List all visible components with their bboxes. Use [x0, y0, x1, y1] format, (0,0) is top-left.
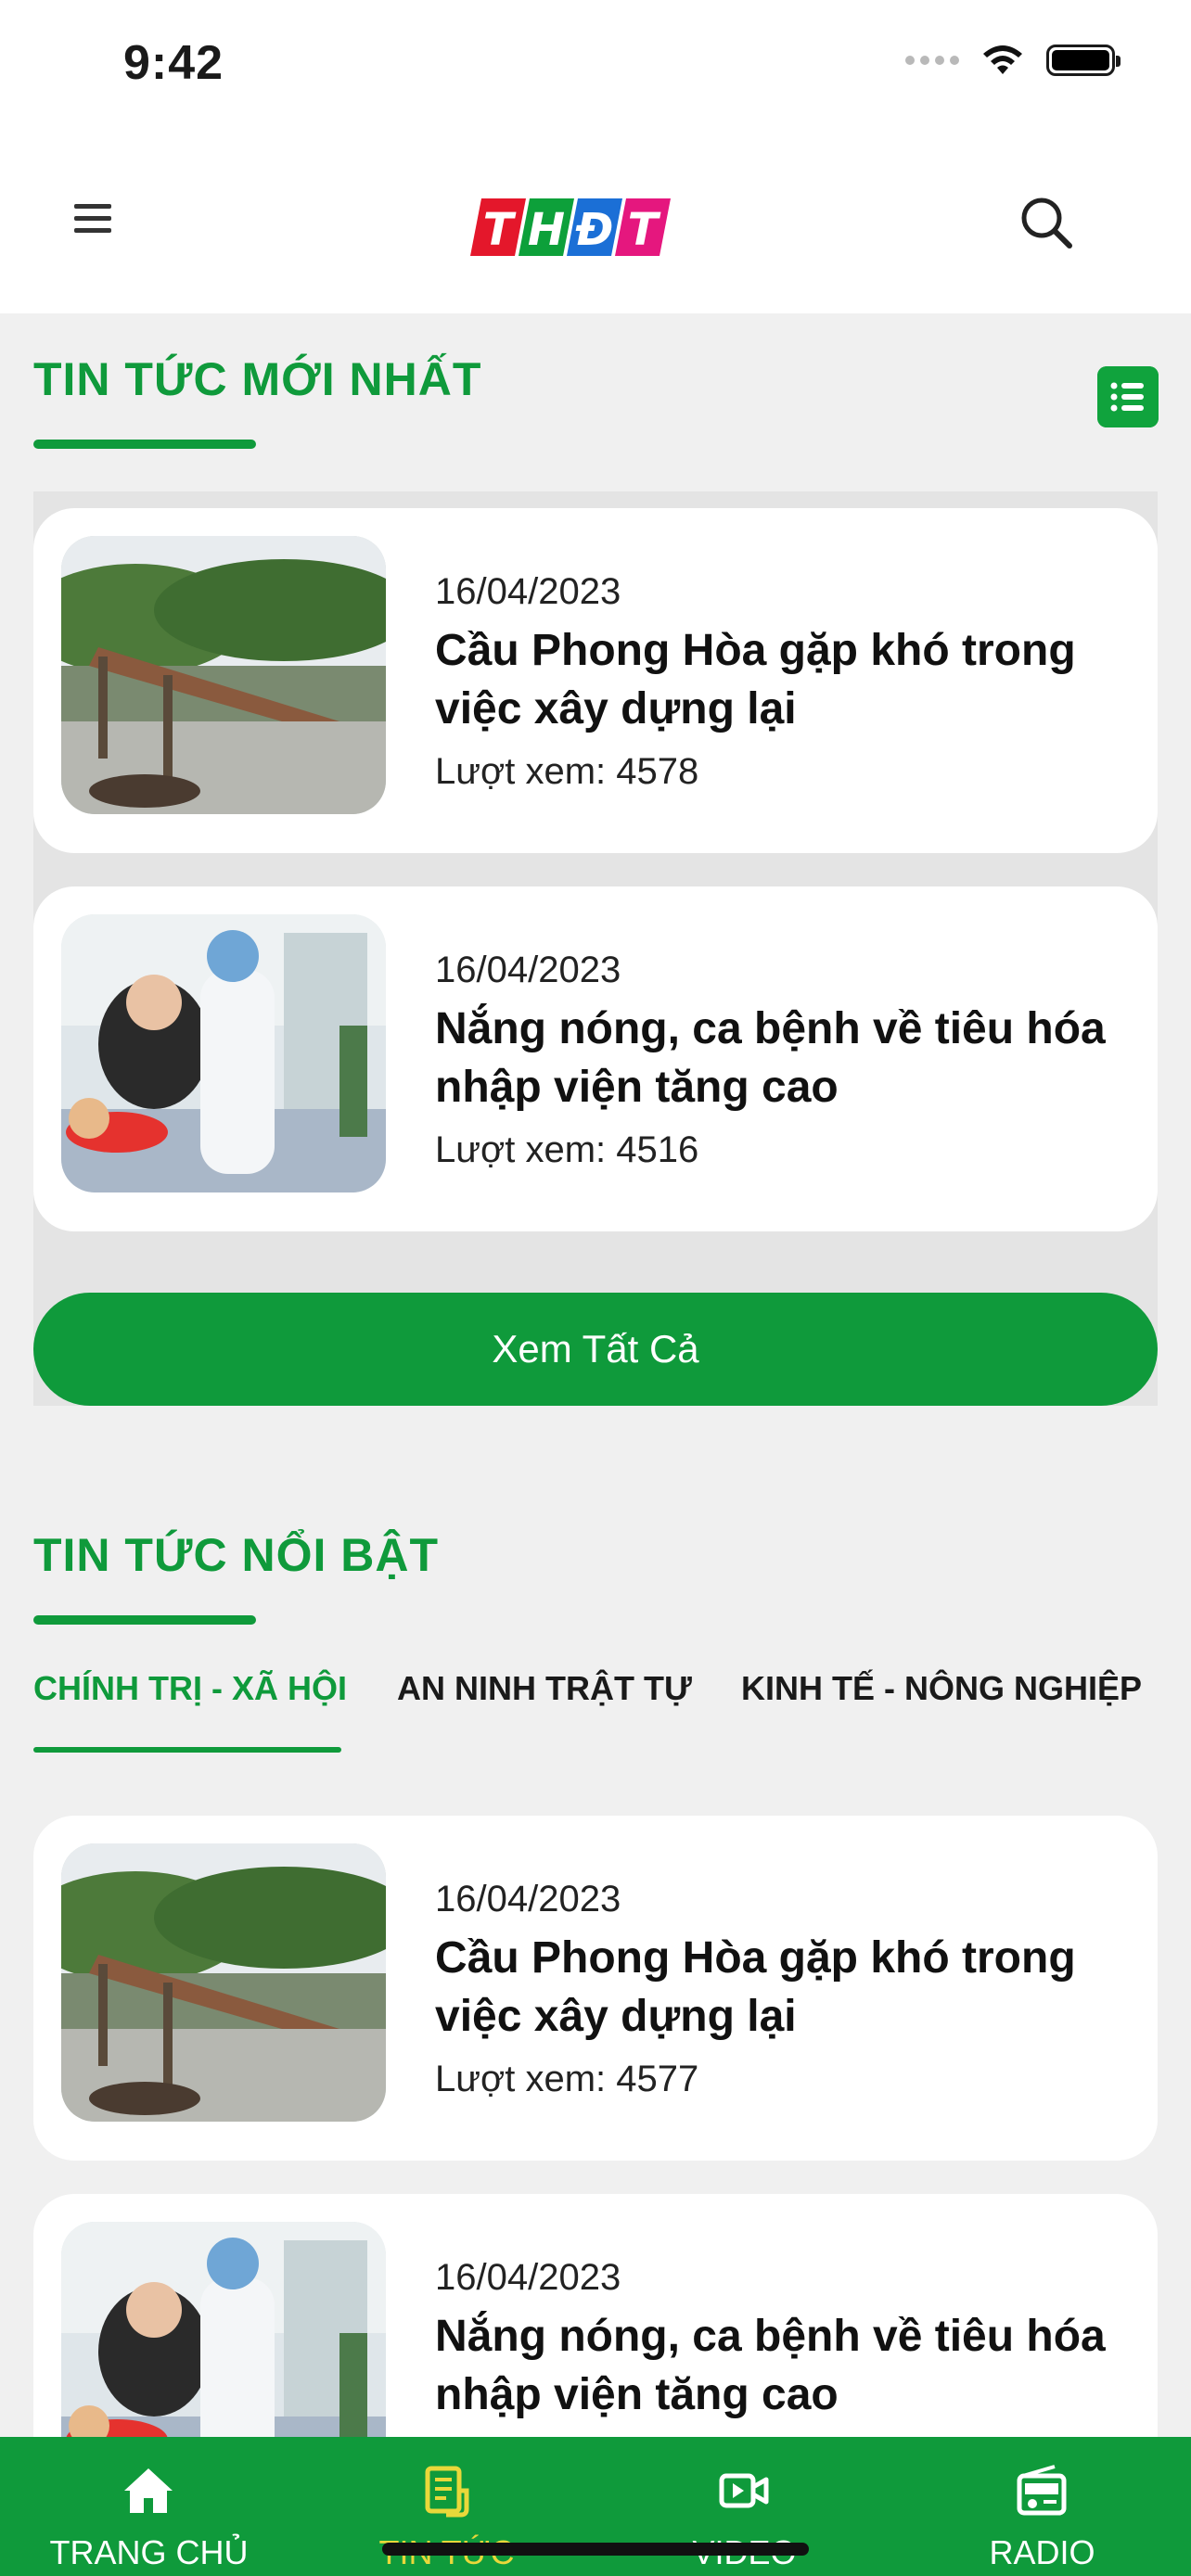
news-icon [425, 2466, 469, 2518]
app-logo: T H Đ T [470, 198, 671, 256]
svg-text:T: T [483, 204, 517, 256]
article-date: 16/04/2023 [435, 571, 621, 612]
video-icon [719, 2473, 769, 2508]
nav-radio-label: RADIO [989, 2533, 1095, 2571]
article-views: Lượt xem: 4516 [435, 1129, 699, 1170]
nav-home[interactable]: TRANG CHỦ [0, 2437, 298, 2576]
bridge-photo [61, 536, 386, 814]
home-icon [124, 2468, 173, 2513]
latest-title-underline [33, 440, 256, 449]
article-card[interactable]: 16/04/2023 Nắng nóng, ca bệnh về tiêu hó… [33, 886, 1158, 1231]
article-title: Nắng nóng, ca bệnh về tiêu hóa nhập viện… [435, 1004, 1106, 1112]
status-icons [905, 43, 1121, 78]
article-title: Nắng nóng, ca bệnh về tiêu hóa nhập viện… [435, 2312, 1106, 2419]
app-header: 9:42 T H Đ T [0, 0, 1191, 313]
list-view-icon[interactable] [1097, 366, 1159, 427]
radio-icon [1017, 2465, 1067, 2516]
svg-text:H: H [528, 204, 565, 256]
article-date: 16/04/2023 [435, 2257, 621, 2298]
nav-home-label: TRANG CHỦ [49, 2533, 249, 2571]
article-date: 16/04/2023 [435, 1879, 621, 1919]
status-time: 9:42 [123, 36, 224, 90]
featured-title-underline [33, 1615, 256, 1625]
battery-icon [1046, 45, 1121, 76]
article-card[interactable]: 16/04/2023 Cầu Phong Hòa gặp khó trong v… [33, 1816, 1158, 2161]
home-indicator [382, 2543, 809, 2556]
article-date: 16/04/2023 [435, 950, 621, 990]
article-title: Cầu Phong Hòa gặp khó trong việc xây dựn… [435, 1933, 1076, 2041]
article-views: Lượt xem: 4577 [435, 2059, 699, 2099]
menu-icon[interactable] [74, 204, 117, 237]
hospital-photo [61, 914, 386, 1192]
tab-an-ninh-trat-tu[interactable]: AN NINH TRẬT TỰ [397, 1669, 692, 1708]
tab-kinh-te-nong-nghiep[interactable]: KINH TẾ - NÔNG NGHIỆP [741, 1669, 1142, 1708]
see-all-button[interactable]: Xem Tất Cả [33, 1293, 1158, 1406]
cellular-signal-icon [905, 56, 959, 65]
svg-text:Đ: Đ [575, 204, 614, 256]
search-icon[interactable] [1018, 195, 1074, 250]
nav-radio[interactable]: RADIO [893, 2437, 1191, 2576]
article-title: Cầu Phong Hòa gặp khó trong việc xây dựn… [435, 626, 1076, 733]
active-tab-indicator [33, 1747, 341, 1753]
article-views: Lượt xem: 4578 [435, 751, 699, 792]
bridge-photo [61, 1843, 386, 2122]
tab-chinh-tri-xa-hoi[interactable]: CHÍNH TRỊ - XÃ HỘI [33, 1669, 347, 1708]
svg-text:T: T [628, 204, 661, 256]
article-card[interactable]: 16/04/2023 Cầu Phong Hòa gặp khó trong v… [33, 508, 1158, 853]
latest-news-title: TIN TỨC MỚI NHẤT [33, 353, 482, 405]
featured-news-title: TIN TỨC NỔI BẬT [33, 1529, 439, 1581]
wifi-icon [983, 45, 1022, 74]
